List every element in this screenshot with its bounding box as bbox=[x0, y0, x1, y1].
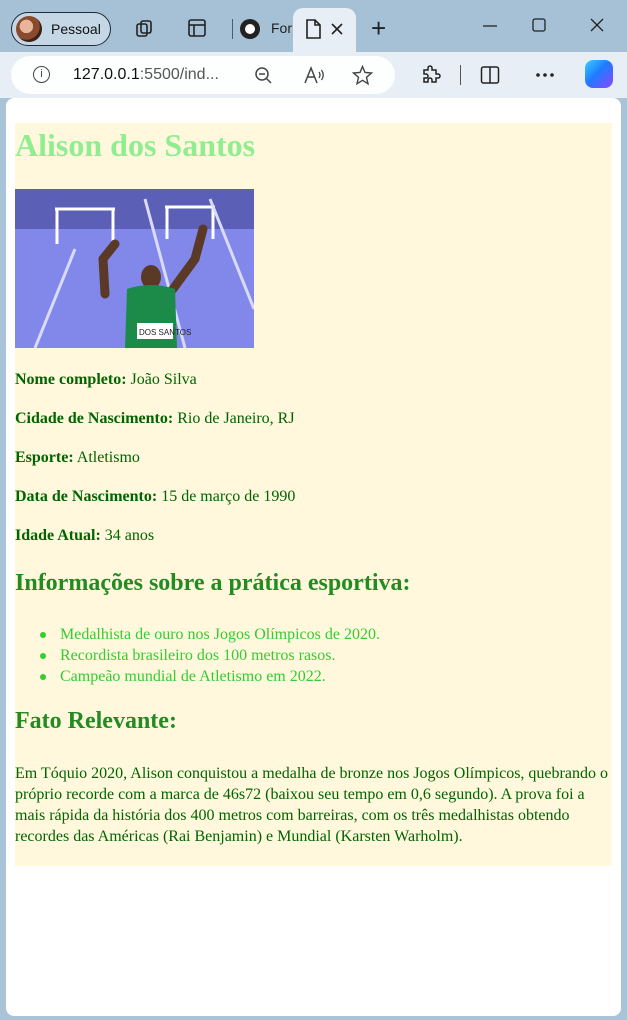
address-url[interactable]: 127.0.0.1:5500/ind... bbox=[73, 66, 219, 84]
more-options-icon[interactable] bbox=[535, 72, 555, 78]
info-birth-date: Data de Nascimento: 15 de março de 1990 bbox=[15, 488, 295, 506]
url-host: 127.0.0.1 bbox=[73, 66, 140, 83]
list-item: Campeão mundial de Atletismo em 2022. bbox=[40, 667, 380, 688]
athlete-photo-illustration: DOS SANTOS bbox=[15, 189, 254, 348]
info-sport: Esporte: Atletismo bbox=[15, 449, 140, 467]
vertical-tabs-icon[interactable] bbox=[187, 18, 207, 38]
minimize-icon[interactable] bbox=[482, 18, 498, 34]
info-label: Nome completo: bbox=[15, 371, 127, 388]
split-screen-icon[interactable] bbox=[480, 65, 500, 85]
fact-heading: Fato Relevante: bbox=[15, 708, 177, 734]
info-age: Idade Atual: 34 anos bbox=[15, 527, 154, 545]
collections-icon[interactable] bbox=[135, 18, 155, 38]
fact-paragraph: Em Tóquio 2020, Alison conquistou a meda… bbox=[15, 765, 608, 845]
list-item: Medalhista de ouro nos Jogos Olímpicos d… bbox=[40, 625, 380, 646]
avatar bbox=[16, 16, 42, 42]
info-label: Idade Atual: bbox=[15, 527, 101, 544]
browser-toolbar: i 127.0.0.1:5500/ind... bbox=[0, 52, 627, 98]
browser-titlebar: Pessoal For + bbox=[0, 0, 627, 52]
profile-label: Pessoal bbox=[51, 21, 101, 37]
favorite-star-icon[interactable] bbox=[352, 65, 373, 86]
maximize-icon[interactable] bbox=[532, 18, 546, 32]
info-value: 34 anos bbox=[104, 527, 155, 544]
zoom-out-icon[interactable] bbox=[254, 66, 273, 85]
copilot-icon[interactable] bbox=[585, 60, 613, 88]
info-value: 15 de março de 1990 bbox=[161, 488, 296, 505]
info-label: Esporte: bbox=[15, 449, 74, 466]
practice-list: Medalhista de ouro nos Jogos Olímpicos d… bbox=[40, 625, 380, 688]
toolbar-separator bbox=[460, 65, 461, 85]
athlete-bib: DOS SANTOS bbox=[139, 328, 191, 337]
tab-separator bbox=[232, 19, 233, 39]
page-icon bbox=[306, 19, 321, 39]
practice-heading: Informações sobre a prática esportiva: bbox=[15, 570, 411, 596]
close-tab-icon[interactable] bbox=[331, 23, 343, 35]
page-content: Alison dos Santos DOS SANTOS Nome comple… bbox=[15, 123, 612, 866]
close-window-icon[interactable] bbox=[590, 18, 604, 32]
info-birth-city: Cidade de Nascimento: Rio de Janeiro, RJ bbox=[15, 410, 295, 428]
athlete-photo: DOS SANTOS bbox=[15, 189, 254, 348]
read-aloud-icon[interactable] bbox=[304, 66, 326, 85]
tab-inactive-label: For bbox=[271, 20, 292, 36]
info-full-name: Nome completo: João Silva bbox=[15, 371, 197, 389]
info-label: Cidade de Nascimento: bbox=[15, 410, 174, 427]
url-path: :5500/ind... bbox=[139, 66, 219, 83]
new-tab-icon[interactable]: + bbox=[371, 15, 386, 41]
info-label: Data de Nascimento: bbox=[15, 488, 158, 505]
info-value: Atletismo bbox=[76, 449, 140, 466]
address-bar[interactable]: i 127.0.0.1:5500/ind... bbox=[11, 56, 395, 94]
site-info-icon[interactable]: i bbox=[33, 66, 50, 83]
info-value: João Silva bbox=[130, 371, 197, 388]
extensions-icon[interactable] bbox=[420, 64, 441, 85]
page-viewport: Alison dos Santos DOS SANTOS Nome comple… bbox=[6, 98, 621, 1016]
info-value: Rio de Janeiro, RJ bbox=[177, 410, 295, 427]
tab-active[interactable] bbox=[293, 8, 356, 52]
site-favicon-icon bbox=[240, 19, 260, 39]
page-title: Alison dos Santos bbox=[15, 127, 256, 163]
profile-button[interactable]: Pessoal bbox=[11, 12, 111, 46]
list-item: Recordista brasileiro dos 100 metros ras… bbox=[40, 646, 380, 667]
